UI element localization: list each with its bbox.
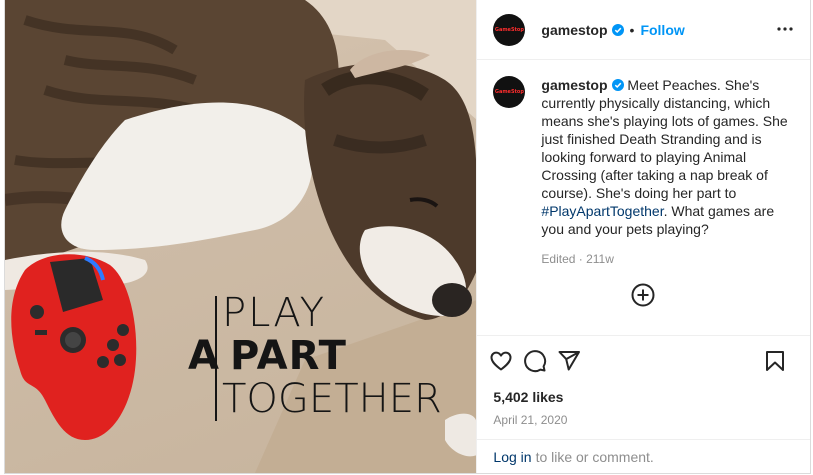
comments-area: GameStop gamestop Meet Peaches. She's cu… <box>477 60 810 335</box>
caption-comment: GameStop gamestop Meet Peaches. She's cu… <box>493 76 794 238</box>
load-more-comments-icon[interactable] <box>631 283 655 307</box>
caption-line-play: PLAY <box>222 290 327 336</box>
caption-username[interactable]: gamestop <box>541 77 607 93</box>
post-date[interactable]: April 21, 2020 <box>477 405 810 439</box>
comment-icon <box>524 349 547 372</box>
more-options-icon[interactable] <box>776 20 794 38</box>
share-button[interactable] <box>557 349 581 373</box>
hashtag-link[interactable]: #PlayApartTogether <box>541 203 663 219</box>
follow-button[interactable]: Follow <box>640 22 684 38</box>
post-header: GameStop gamestop • Follow <box>477 0 810 60</box>
share-icon <box>558 350 581 370</box>
caption-avatar-logo-text: GameStop <box>494 89 524 95</box>
verified-badge-icon <box>611 23 624 36</box>
avatar[interactable]: GameStop <box>493 13 526 46</box>
bookmark-icon <box>766 351 784 371</box>
login-prompt-text: to like or comment. <box>535 448 654 465</box>
caption-verified-badge-icon <box>611 79 624 91</box>
caption-line-apart: A PART <box>188 335 347 377</box>
caption-body: Meet Peaches. She's currently physically… <box>541 77 788 201</box>
caption-text: gamestop Meet Peaches. She's currently p… <box>541 76 791 238</box>
caption-line-together: TOGETHER <box>222 376 442 422</box>
action-bar <box>477 335 810 385</box>
controller-illustration <box>11 254 137 440</box>
likes-count[interactable]: 5,402 likes <box>477 385 810 405</box>
avatar-logo-text: GameStop <box>494 26 524 33</box>
header-separator: • <box>629 21 635 38</box>
caption-meta: Edited · 211w <box>541 252 614 266</box>
post-photo[interactable]: PLAY A PART TOGETHER <box>5 0 477 473</box>
save-button[interactable] <box>764 349 786 373</box>
caption-letter-a: A <box>188 333 220 379</box>
login-link[interactable]: Log in <box>493 449 531 465</box>
comment-button[interactable] <box>523 349 547 373</box>
instagram-post: PLAY A PART TOGETHER GameStop gamestop • … <box>4 0 811 474</box>
login-prompt: Log in to like or comment. <box>477 439 810 473</box>
caption-word-part: PART <box>229 333 347 379</box>
caption-avatar[interactable]: GameStop <box>493 76 526 108</box>
post-side-panel: GameStop gamestop • Follow GameStop game… <box>476 0 810 473</box>
like-button[interactable] <box>489 349 513 373</box>
header-username[interactable]: gamestop <box>541 22 607 38</box>
heart-icon <box>490 351 512 370</box>
